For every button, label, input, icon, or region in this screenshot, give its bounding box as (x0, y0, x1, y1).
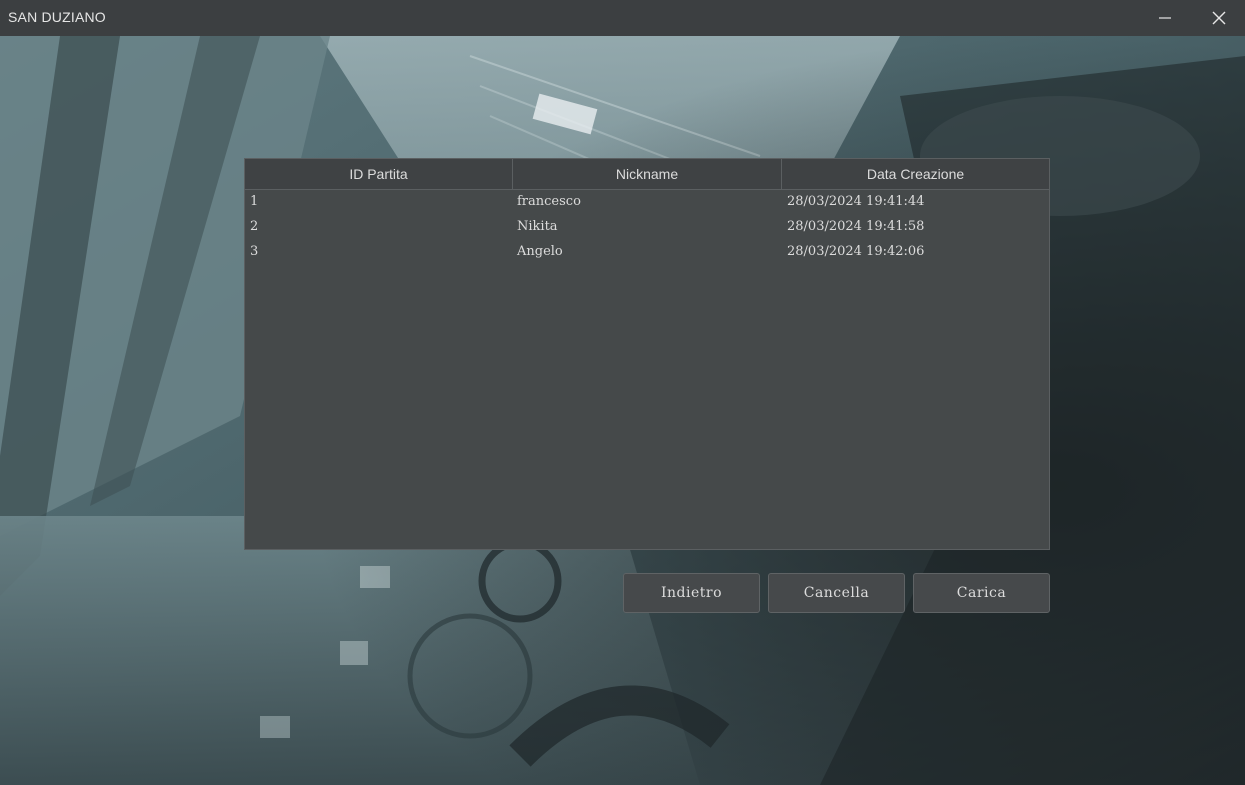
table-header: ID Partita Nickname Data Creazione (245, 159, 1049, 190)
app-window: SAN DUZIANO ID Partita Nickname Data Cre… (0, 0, 1245, 785)
column-header-id[interactable]: ID Partita (245, 159, 513, 190)
table-row[interactable]: 3 Angelo 28/03/2024 19:42:06 (245, 240, 1049, 265)
cell-nickname: Angelo (517, 244, 563, 259)
close-icon (1212, 11, 1226, 25)
cell-id: 2 (250, 219, 259, 234)
table-row[interactable]: 1 francesco 28/03/2024 19:41:44 (245, 190, 1049, 215)
cell-id: 1 (250, 194, 259, 209)
cell-nickname: francesco (517, 194, 581, 209)
back-button[interactable]: Indietro (623, 573, 760, 613)
cell-id: 3 (250, 244, 259, 259)
cell-nickname: Nikita (517, 219, 558, 234)
table-row[interactable]: 2 Nikita 28/03/2024 19:41:58 (245, 215, 1049, 240)
column-header-date[interactable]: Data Creazione (782, 159, 1049, 190)
delete-button[interactable]: Cancella (768, 573, 905, 613)
cell-date: 28/03/2024 19:42:06 (787, 244, 925, 259)
cell-date: 28/03/2024 19:41:44 (787, 194, 925, 209)
window-title: SAN DUZIANO (8, 9, 106, 25)
title-bar: SAN DUZIANO (0, 0, 1245, 36)
minimize-icon (1159, 17, 1171, 19)
cell-date: 28/03/2024 19:41:58 (787, 219, 925, 234)
close-button[interactable] (1196, 0, 1242, 36)
table-body: 1 francesco 28/03/2024 19:41:44 2 Nikita… (245, 190, 1049, 265)
saved-games-table[interactable]: ID Partita Nickname Data Creazione 1 fra… (244, 158, 1050, 550)
load-button[interactable]: Carica (913, 573, 1050, 613)
minimize-button[interactable] (1142, 0, 1188, 36)
column-header-nickname[interactable]: Nickname (513, 159, 782, 190)
